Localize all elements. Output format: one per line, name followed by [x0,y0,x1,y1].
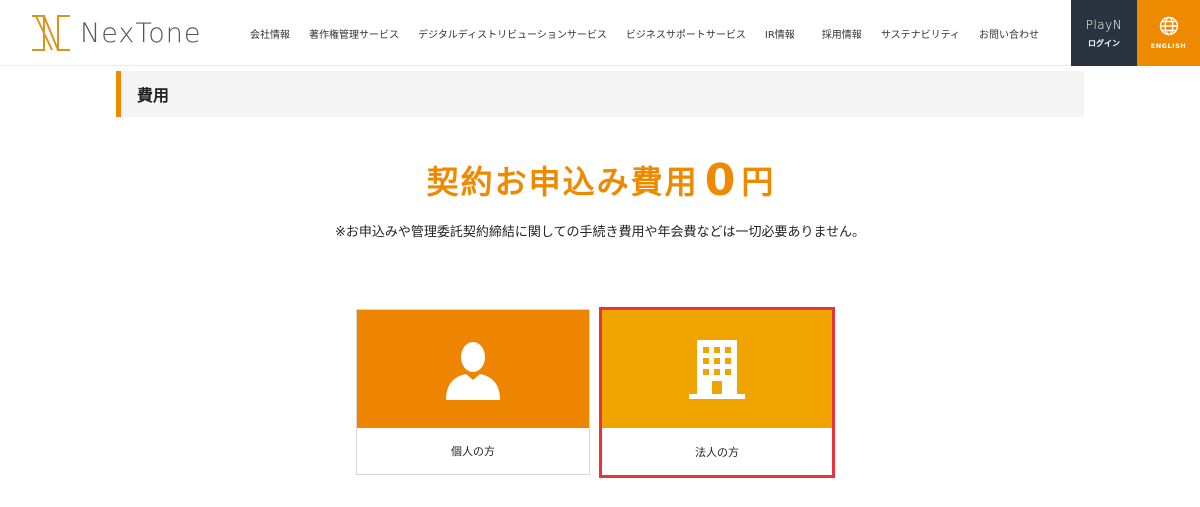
nav-copyright-management[interactable]: 著作権管理サービス [309,26,399,41]
individual-card-image [357,310,589,428]
site-header: NexTone 会社情報 著作権管理サービス デジタルディストリビューションサー… [0,0,1200,66]
fee-headline: 契約お申込み費用 0 円 [0,155,1200,206]
nav-digital-distribution[interactable]: デジタルディストリビューションサービス [418,26,607,41]
headline-text: 契約お申込み費用 [426,163,699,201]
individual-card-label: 個人の方 [451,444,495,458]
corporate-card-label: 法人の方 [695,445,739,459]
person-icon [446,342,500,400]
headline-yen: 円 [741,163,774,201]
playn-logo: PlayN [1085,17,1123,32]
nav-contact[interactable]: お問い合わせ [979,26,1039,41]
nav-company-info[interactable]: 会社情報 [250,26,290,41]
nav-ir[interactable]: IR情報 [765,26,795,41]
fee-note: ※お申込みや管理委託契約締結に関しての手続き費用や年会費などは一切必要ありません… [334,225,866,240]
nextone-logo[interactable]: NexTone [30,13,201,53]
section-heading-bar: 費用 [116,71,1084,117]
corporate-card[interactable]: 法人の方 [599,307,835,478]
nav-sustainability[interactable]: サステナビリティ [881,26,960,41]
playn-login-label: ログイン [1088,38,1120,48]
english-label: ENGLISH [1150,42,1187,50]
individual-card[interactable]: 個人の方 [356,309,590,475]
logo-text: NexTone [80,17,202,49]
building-icon [689,340,745,399]
headline-zero: 0 [704,155,736,206]
english-button[interactable]: ENGLISH [1137,0,1200,66]
globe-icon [1159,16,1178,36]
section-title: 費用 [137,86,170,105]
nav-business-support[interactable]: ビジネスサポートサービス [626,26,746,41]
logo-mark-icon [32,15,70,51]
corporate-card-image [602,310,832,428]
nav-recruit[interactable]: 採用情報 [822,26,862,41]
main-nav: 会社情報 著作権管理サービス デジタルディストリビューションサービス ビジネスサ… [250,0,1058,66]
playn-login-button[interactable]: PlayN ログイン [1071,0,1137,66]
